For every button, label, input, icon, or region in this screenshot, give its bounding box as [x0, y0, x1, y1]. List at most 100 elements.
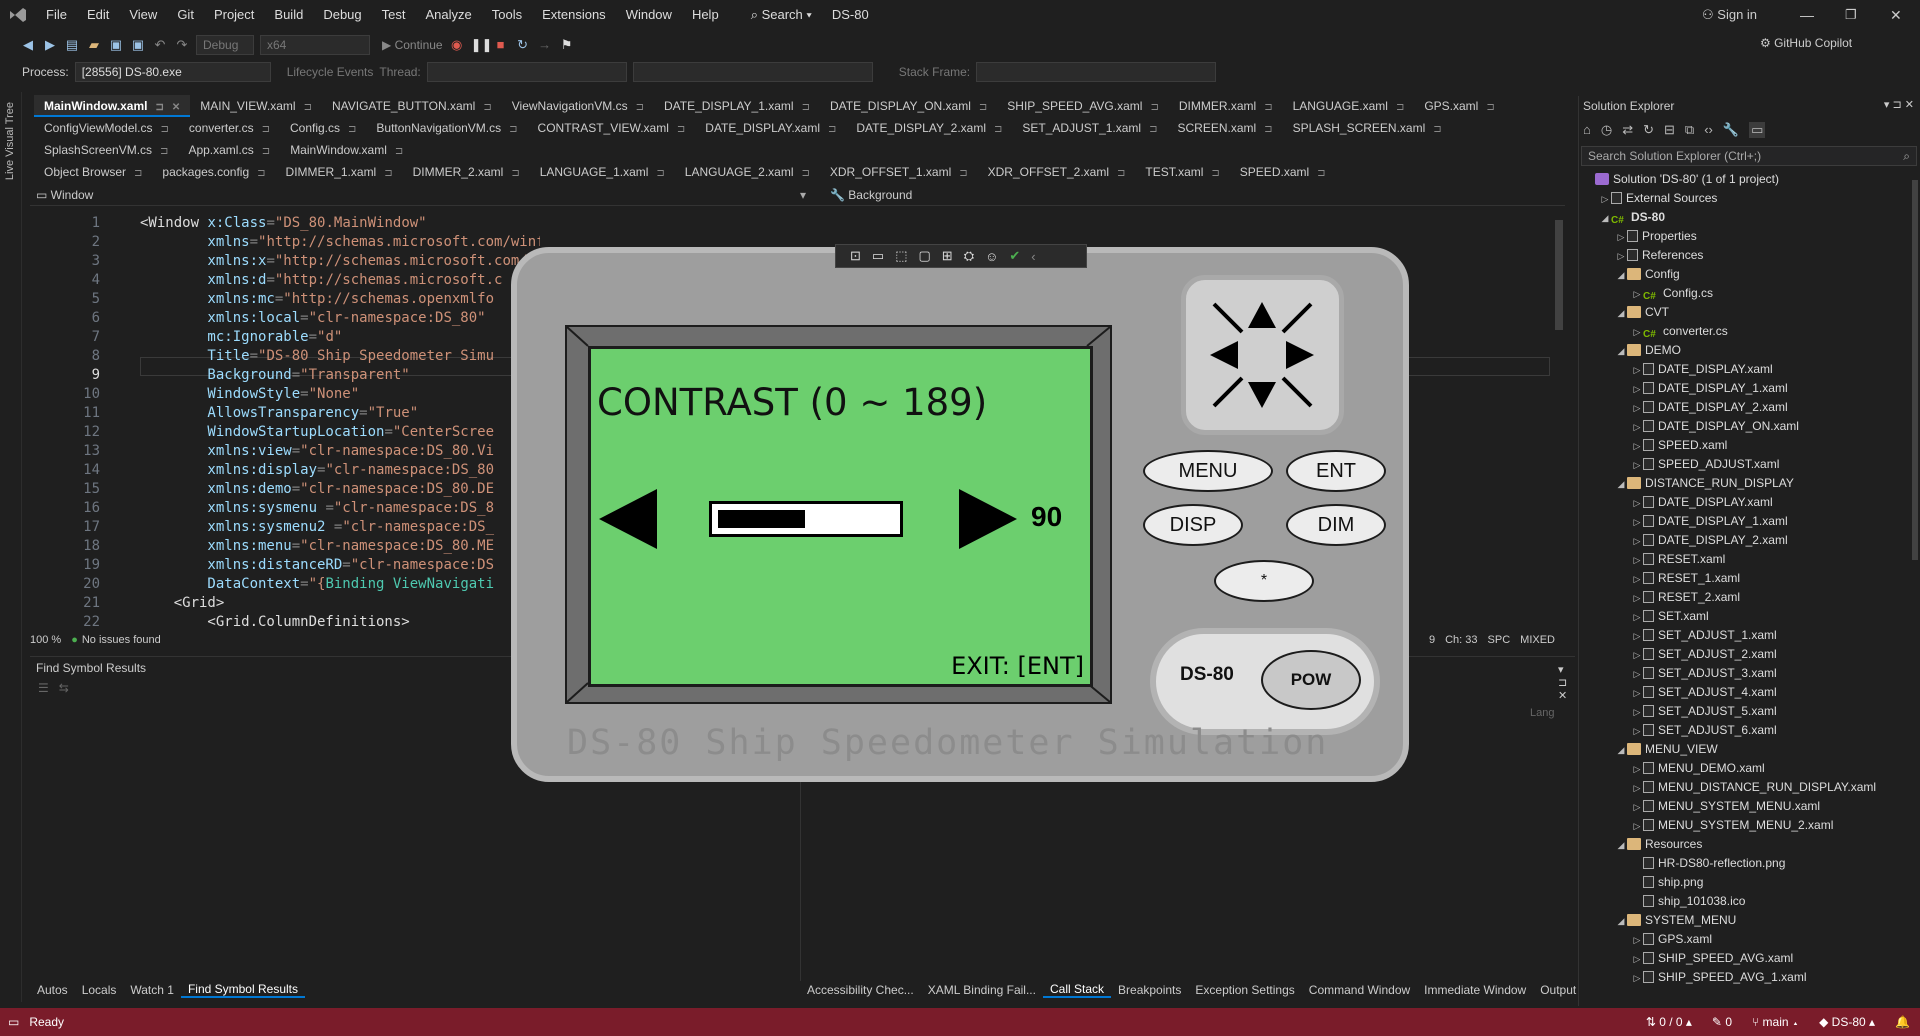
tree-item[interactable]: ship_101038.ico [1579, 892, 1909, 911]
new-project-icon[interactable]: ▤ [64, 37, 80, 53]
tree-item[interactable]: ◢ MENU_VIEW [1579, 740, 1909, 759]
pin-icon[interactable]: ⊐ [994, 124, 1002, 135]
expander-icon[interactable]: ▷ [1631, 494, 1643, 513]
tree-item[interactable]: ▷ RESET.xaml [1579, 550, 1909, 569]
expander-icon[interactable]: ◢ [1615, 912, 1627, 931]
tree-item[interactable]: ◢ DEMO [1579, 341, 1909, 360]
vs-logo-icon[interactable] [0, 0, 36, 30]
bottom-tab-call-stack[interactable]: Call Stack [1042, 982, 1112, 998]
menu-analyze[interactable]: Analyze [415, 0, 481, 30]
tab-splashscreenvm-cs[interactable]: SplashScreenVM.cs ⊐ [34, 139, 178, 161]
tab-test-xaml[interactable]: TEST.xaml ⊐ [1135, 161, 1229, 183]
pin-icon[interactable]: ⊐ [483, 102, 491, 113]
tab-mainwindow-xaml[interactable]: MainWindow.xaml ⊐ [280, 139, 413, 161]
expander-icon[interactable]: ▷ [1631, 646, 1643, 665]
decrease-arrow-icon[interactable] [599, 489, 657, 549]
expander-icon[interactable]: ▷ [1631, 361, 1643, 380]
thread-filter-select[interactable] [632, 62, 873, 82]
tab-navigate-button-xaml[interactable]: NAVIGATE_BUTTON.xaml ⊐ [322, 95, 502, 117]
panel-close-icon[interactable]: ▾ ⊐ ✕ [1558, 663, 1575, 702]
bottom-tab-watch-1[interactable]: Watch 1 [123, 983, 181, 997]
pow-button[interactable]: POW [1261, 650, 1361, 710]
tab-set-adjust-1-xaml[interactable]: SET_ADJUST_1.xaml ⊐ [1012, 117, 1167, 139]
pencil-indicator[interactable]: ✎ 0 [1712, 1015, 1732, 1029]
pin-icon[interactable]: ⊐ [802, 102, 810, 113]
tab-dimmer-2-xaml[interactable]: DIMMER_2.xaml ⊐ [403, 161, 530, 183]
expander-icon[interactable]: ▷ [1631, 323, 1643, 342]
tree-item[interactable]: ▷ MENU_DISTANCE_RUN_DISPLAY.xaml [1579, 778, 1909, 797]
tab-ship-speed-avg-xaml[interactable]: SHIP_SPEED_AVG.xaml ⊐ [997, 95, 1169, 117]
tree-item[interactable]: ▷ DATE_DISPLAY.xaml [1579, 360, 1909, 379]
pin-icon[interactable]: ⊐ [636, 102, 644, 113]
bottom-tab-xaml-binding-fail[interactable]: XAML Binding Fail... [921, 983, 1043, 997]
display-adorners-icon[interactable]: ▢ [919, 248, 931, 264]
live-visual-tree-tab[interactable]: Live Visual Tree [4, 102, 16, 180]
expander-icon[interactable]: ▷ [1631, 532, 1643, 551]
pin-icon[interactable]: ⊐ [262, 146, 270, 157]
open-icon[interactable]: ▰ [86, 37, 102, 53]
tree-item[interactable]: ▷ DATE_DISPLAY_ON.xaml [1579, 417, 1909, 436]
expander-icon[interactable]: ▷ [1631, 779, 1643, 798]
expander-icon[interactable]: ▷ [1631, 513, 1643, 532]
binding-failures-icon[interactable]: ⛭ [964, 248, 974, 264]
pin-icon[interactable]: ⊐ [511, 168, 519, 179]
bottom-tab-accessibility-chec[interactable]: Accessibility Chec... [800, 983, 921, 997]
expander-icon[interactable]: ▷ [1599, 190, 1611, 209]
home-icon[interactable]: ⌂ [1583, 122, 1591, 138]
thread-select[interactable] [426, 62, 627, 82]
restart-icon[interactable]: ↻ [515, 37, 531, 53]
sign-in-button[interactable]: ⚇ Sign in [1702, 0, 1757, 30]
accessibility-icon[interactable]: ☺ [985, 249, 998, 264]
pin-icon[interactable]: ⊐ [802, 168, 810, 179]
expander-icon[interactable]: ▷ [1631, 456, 1643, 475]
tree-item[interactable]: ▷ SET.xaml [1579, 607, 1909, 626]
pin-icon[interactable]: ⊐ [395, 146, 403, 157]
hot-reload-icon[interactable]: ◉ [449, 37, 465, 53]
menu-git[interactable]: Git [167, 0, 204, 30]
dim-button[interactable]: DIM [1286, 504, 1386, 546]
bottom-tab-command-window[interactable]: Command Window [1302, 983, 1417, 997]
expander-icon[interactable]: ▷ [1631, 969, 1643, 988]
expander-icon[interactable]: ▷ [1631, 285, 1643, 304]
bottom-tab-exception-settings[interactable]: Exception Settings [1188, 983, 1301, 997]
pin-icon[interactable]: ⊐ [1264, 102, 1272, 113]
bottom-tab-breakpoints[interactable]: Breakpoints [1111, 983, 1188, 997]
tab-splash-screen-xaml[interactable]: SPLASH_SCREEN.xaml ⊐ [1283, 117, 1452, 139]
pin-icon[interactable]: ⊐ [348, 124, 356, 135]
issues-status[interactable]: No issues found [82, 634, 161, 646]
menu-window[interactable]: Window [616, 0, 682, 30]
pin-icon[interactable]: ⊐ [509, 124, 517, 135]
expander-icon[interactable]: ▷ [1631, 380, 1643, 399]
tree-item[interactable]: ▷ DATE_DISPLAY_2.xaml [1579, 398, 1909, 417]
menu-debug[interactable]: Debug [313, 0, 371, 30]
pin-icon[interactable]: ⊐ [1264, 124, 1272, 135]
tab-configviewmodel-cs[interactable]: ConfigViewModel.cs ⊐ [34, 117, 179, 139]
tab-language-1-xaml[interactable]: LANGUAGE_1.xaml ⊐ [530, 161, 675, 183]
expander-icon[interactable]: ◢ [1615, 304, 1627, 323]
hot-reload-status-icon[interactable]: ✔ [1009, 248, 1020, 264]
tree-item[interactable]: ▷ GPS.xaml [1579, 930, 1909, 949]
expander-icon[interactable]: ▷ [1615, 228, 1627, 247]
expander-icon[interactable]: ▷ [1631, 608, 1643, 627]
tree-item[interactable]: ◢ C# DS-80 [1579, 208, 1909, 227]
menu-help[interactable]: Help [682, 0, 729, 30]
menu-file[interactable]: File [36, 0, 77, 30]
tree-item[interactable]: ▷ DATE_DISPLAY_1.xaml [1579, 379, 1909, 398]
tree-item[interactable]: ship.png [1579, 873, 1909, 892]
bottom-tab-autos[interactable]: Autos [30, 983, 75, 997]
expander-icon[interactable]: ▷ [1631, 570, 1643, 589]
tree-item[interactable]: ▷ SPEED_ADJUST.xaml [1579, 455, 1909, 474]
tree-item[interactable]: ▷ SET_ADJUST_4.xaml [1579, 683, 1909, 702]
expander-icon[interactable]: ▷ [1631, 437, 1643, 456]
pin-icon[interactable]: ⊐ [160, 146, 168, 157]
code-text[interactable]: <Window x:Class="DS_80.MainWindow" xmlns… [140, 206, 540, 626]
pin-icon[interactable]: ⊐ [161, 124, 169, 135]
menu-edit[interactable]: Edit [77, 0, 119, 30]
minimize-button[interactable]: — [1800, 0, 1814, 30]
tab-contrast-view-xaml[interactable]: CONTRAST_VIEW.xaml ⊐ [528, 117, 696, 139]
pin-icon[interactable]: ⊐ [384, 168, 392, 179]
tree-item[interactable]: ▷ SET_ADJUST_1.xaml [1579, 626, 1909, 645]
errors-indicator[interactable]: ⇅ 0 / 0 ▴ [1646, 1015, 1692, 1029]
tree-item[interactable]: ▷ RESET_1.xaml [1579, 569, 1909, 588]
tab-gps-xaml[interactable]: GPS.xaml ⊐ [1414, 95, 1504, 117]
